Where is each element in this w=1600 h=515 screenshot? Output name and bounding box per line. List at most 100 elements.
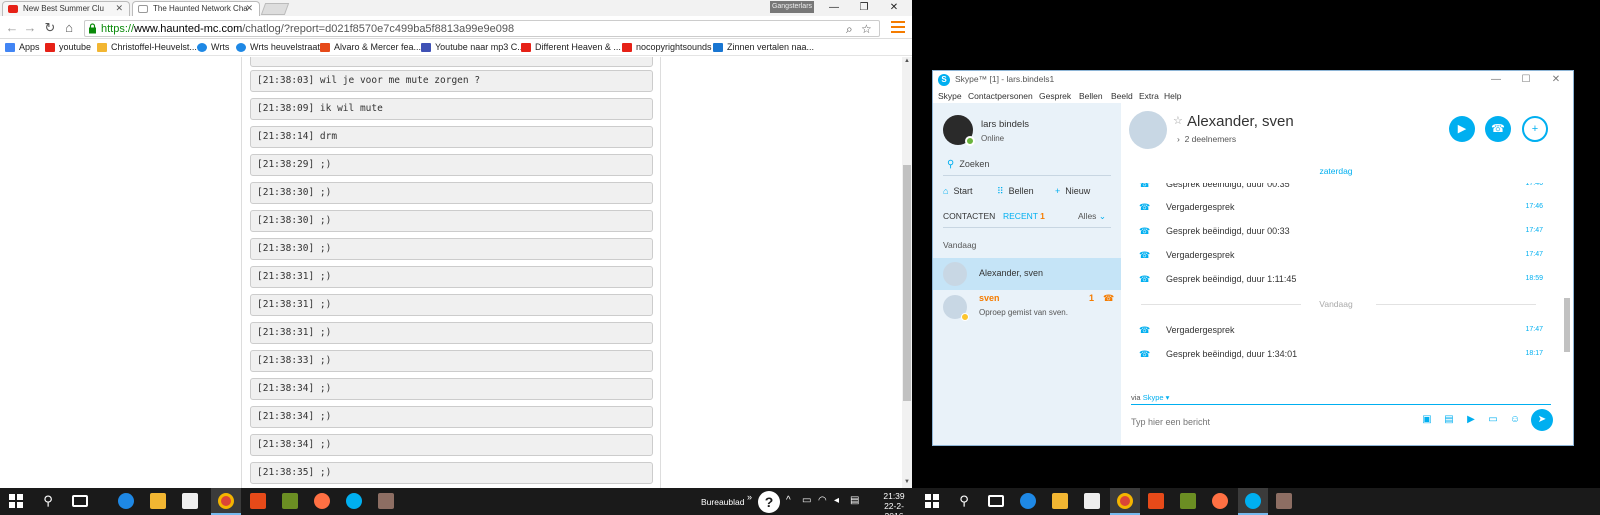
menu-bellen[interactable]: Bellen [1079, 89, 1103, 103]
help-icon[interactable]: ? [758, 491, 780, 513]
clock[interactable]: 21:39 22-2-2016 [876, 491, 912, 515]
bookmark-wrts[interactable]: Wrts [197, 41, 229, 54]
send-button[interactable]: ➤ [1531, 409, 1553, 431]
scroll-up-icon[interactable]: ▲ [902, 58, 912, 64]
page-scrollbar[interactable]: ▲ ▼ [902, 57, 912, 488]
scroll-down-icon[interactable]: ▼ [902, 479, 912, 485]
send-file-icon[interactable]: ▤ [1441, 414, 1457, 428]
video-message-icon[interactable]: ▶ [1463, 414, 1479, 428]
chrome-icon[interactable] [218, 493, 234, 509]
tab-youtube[interactable]: New Best Summer Clu ✕ [2, 1, 130, 16]
send-contact-icon[interactable]: ▭ [1485, 414, 1501, 428]
profile-name[interactable]: lars bindels [981, 119, 1029, 130]
minecraft-icon[interactable] [1180, 493, 1196, 509]
store-icon[interactable] [182, 493, 198, 509]
tab-haunted-network[interactable]: The Haunted Network Cha ✕ [132, 1, 260, 16]
edge-icon[interactable] [118, 493, 134, 509]
profile-badge[interactable]: Gangsterlars [770, 1, 814, 13]
minecraft-launcher-icon[interactable] [378, 493, 394, 509]
file-explorer-icon[interactable] [150, 493, 166, 509]
bookmark-alvaro[interactable]: Alvaro & Mercer fea... [320, 41, 421, 54]
reload-icon[interactable]: ↻ [42, 20, 58, 36]
conversation-scrollbar[interactable] [1563, 158, 1571, 368]
scrollbar-thumb[interactable] [1564, 298, 1570, 352]
chrome-icon[interactable] [1117, 493, 1133, 509]
nav-start[interactable]: ⌂ Start [943, 186, 972, 196]
tab-recent[interactable]: RECENT 1 [1003, 211, 1045, 221]
close-tab-icon[interactable]: ✕ [115, 2, 123, 15]
skype-icon[interactable] [1245, 493, 1261, 509]
tray-expand-icon[interactable]: ^ [786, 495, 791, 506]
nav-bellen[interactable]: ⠿ Bellen [997, 186, 1034, 197]
scrollbar-thumb[interactable] [903, 165, 911, 401]
task-view-icon[interactable] [988, 495, 1004, 507]
close-tab-icon[interactable]: ✕ [245, 2, 253, 15]
file-explorer-icon[interactable] [1052, 493, 1068, 509]
restore-icon[interactable]: ❐ [850, 0, 878, 16]
bookmark-youtube-mp3[interactable]: Youtube naar mp3 C... [421, 41, 525, 54]
bookmark-apps[interactable]: Apps [5, 41, 40, 54]
address-bar[interactable]: https://www.haunted-mc.com/chatlog/?repo… [84, 20, 880, 37]
zoom-icon[interactable]: ⌕ [846, 22, 853, 37]
bookmark-christoffel[interactable]: Christoffel-Heuvelst... [97, 41, 197, 54]
store-icon[interactable] [1084, 493, 1100, 509]
office-icon[interactable] [1148, 493, 1164, 509]
office-icon[interactable] [250, 493, 266, 509]
minecraft-launcher-icon[interactable] [1276, 493, 1292, 509]
video-call-button[interactable]: ▶ [1449, 116, 1475, 142]
chrome-menu-icon[interactable] [891, 21, 905, 34]
favorite-star-icon[interactable]: ☆ [1173, 114, 1183, 127]
message-icon[interactable]: ▤ [850, 495, 859, 506]
origin-icon[interactable] [1212, 493, 1228, 509]
bookmark-zinnen-vertalen[interactable]: Zinnen vertalen naa... [713, 41, 814, 54]
wifi-icon[interactable]: ◠ [818, 495, 827, 506]
home-icon[interactable]: ⌂ [61, 20, 77, 36]
search-icon[interactable]: ⚲ [956, 493, 972, 509]
conversation-alexander-sven[interactable]: Alexander, sven [933, 258, 1121, 290]
close-icon[interactable]: ✕ [1541, 71, 1571, 89]
profile-status[interactable]: Online [981, 134, 1004, 143]
menu-contactpersonen[interactable]: Contactpersonen [968, 89, 1033, 103]
bookmark-different-heaven[interactable]: Different Heaven & ... [521, 41, 621, 54]
add-participant-button[interactable]: + [1522, 116, 1548, 142]
forward-icon[interactable]: → [22, 20, 38, 36]
voice-call-button[interactable]: ☎ [1485, 116, 1511, 142]
menu-beeld[interactable]: Beeld [1111, 89, 1133, 103]
minimize-icon[interactable]: — [1481, 71, 1511, 89]
minecraft-icon[interactable] [282, 493, 298, 509]
origin-icon[interactable] [314, 493, 330, 509]
nav-nieuw[interactable]: + Nieuw [1055, 186, 1090, 196]
tab-contacten[interactable]: CONTACTEN [943, 211, 995, 221]
bookmark-star-icon[interactable]: ☆ [861, 22, 872, 36]
participants-link[interactable]: › 2 deelnemers [1177, 134, 1236, 144]
back-icon[interactable]: ← [4, 20, 20, 36]
windows-start-icon[interactable] [8, 493, 24, 509]
menu-skype[interactable]: Skype [938, 89, 962, 103]
menu-help[interactable]: Help [1164, 89, 1181, 103]
search-icon[interactable]: ⚲ [40, 493, 56, 509]
bookmark-nocopyrightsounds[interactable]: nocopyrightsounds [622, 41, 712, 54]
minimize-icon[interactable]: — [820, 0, 848, 16]
menu-gesprek[interactable]: Gesprek [1039, 89, 1071, 103]
maximize-icon[interactable]: ☐ [1511, 71, 1541, 89]
battery-icon[interactable]: ▭ [802, 495, 811, 506]
close-icon[interactable]: ✕ [880, 0, 908, 16]
edge-icon[interactable] [1020, 493, 1036, 509]
task-view-icon[interactable] [72, 495, 88, 507]
conversation-sven[interactable]: sven Oproep gemist van sven. 1 ☎ [933, 291, 1121, 323]
skype-icon[interactable] [346, 493, 362, 509]
search-input[interactable]: ⚲ Zoeken [947, 159, 989, 170]
chevron-toolbar-icon[interactable]: » [747, 492, 752, 502]
new-tab-button[interactable] [260, 3, 290, 15]
desktop-toolbar-label[interactable]: Bureaublad [701, 497, 744, 507]
via-selector[interactable]: via Skype ▾ [1131, 393, 1169, 402]
windows-start-icon[interactable] [924, 493, 940, 509]
volume-icon[interactable]: ◂ [834, 495, 839, 506]
message-input[interactable] [1131, 414, 1411, 430]
emoticon-icon[interactable]: ☺ [1507, 414, 1523, 428]
filter-dropdown[interactable]: Alles ⌄ [1078, 211, 1106, 222]
send-image-icon[interactable]: ▣ [1419, 414, 1435, 428]
menu-extra[interactable]: Extra [1139, 89, 1159, 103]
bookmark-youtube[interactable]: youtube [45, 41, 91, 54]
bookmark-wrts-heuvelstraat[interactable]: Wrts heuvelstraat [236, 41, 320, 54]
